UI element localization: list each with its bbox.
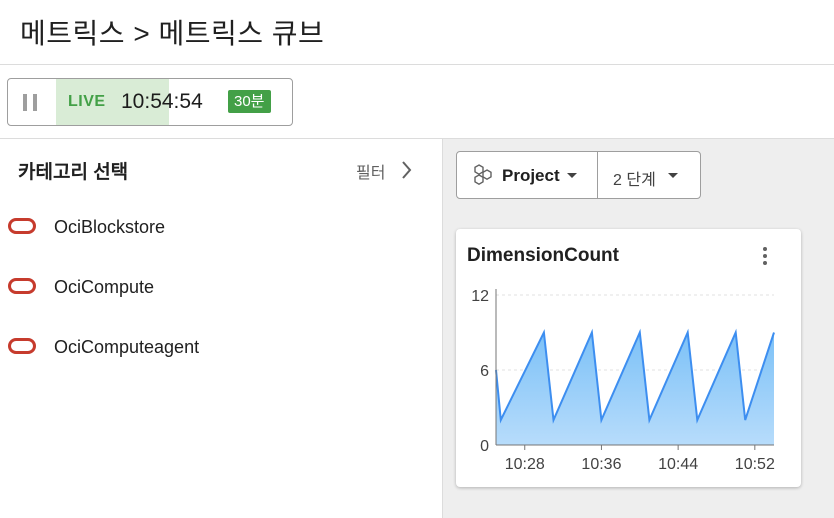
chart-toolbar: Project 2 단계 — [456, 151, 701, 199]
x-tick-label: 10:36 — [581, 456, 621, 473]
category-item-ocicompute[interactable]: OciCompute — [8, 273, 428, 303]
category-label: OciCompute — [54, 277, 155, 297]
breadcrumb-title: 메트릭스 > 메트릭스 큐브 — [20, 18, 325, 49]
time-range-badge[interactable]: 30분 — [228, 90, 271, 113]
y-tick-label: 6 — [480, 363, 489, 380]
x-tick-label: 10:52 — [735, 456, 775, 473]
y-tick-label: 12 — [471, 288, 489, 305]
oci-icon — [8, 338, 36, 354]
pause-icon — [23, 94, 27, 111]
category-panel-title: 카테고리 선택 — [18, 162, 129, 183]
chart-panel: Project 2 단계 DimensionCount 0 6 12 10:28 10:… — [443, 139, 834, 518]
filter-button[interactable]: 필터 — [356, 159, 412, 183]
caret-down-icon — [567, 173, 577, 178]
dimension-count-chart: 0 6 12 10:28 10:36 10:44 10:52 — [471, 288, 775, 473]
project-group-icon — [474, 164, 492, 186]
step-dropdown[interactable]: 2 단계 — [598, 152, 700, 198]
step-label: 2 단계 — [613, 172, 656, 189]
live-label: LIVE — [68, 93, 106, 110]
caret-down-icon — [668, 173, 678, 178]
category-item-ocicomputeagent[interactable]: OciComputeagent — [8, 333, 428, 363]
oci-icon — [8, 218, 36, 234]
y-tick-label: 0 — [480, 438, 489, 455]
filter-label: 필터 — [356, 165, 386, 182]
x-tick-label: 10:44 — [658, 456, 698, 473]
live-time: 10:54:54 — [121, 90, 203, 113]
oci-icon — [8, 278, 36, 294]
page-header: 메트릭스 > 메트릭스 큐브 — [0, 0, 834, 65]
x-tick-label: 10:28 — [505, 456, 545, 473]
live-control: LIVE 10:54:54 30분 — [7, 78, 293, 126]
chevron-right-icon — [402, 161, 412, 179]
project-dropdown[interactable]: Project — [457, 152, 598, 198]
category-label: OciComputeagent — [54, 337, 200, 357]
chart-card: DimensionCount 0 6 12 10:28 10:36 10:44 10:52 — [456, 229, 801, 487]
project-label: Project — [502, 166, 560, 185]
series-area — [496, 332, 774, 445]
category-panel: 카테고리 선택 필터 OciBlockstore OciCompute OciC… — [0, 139, 443, 518]
category-item-ociblockstore[interactable]: OciBlockstore — [8, 213, 428, 243]
pause-button[interactable] — [20, 91, 42, 113]
category-label: OciBlockstore — [54, 217, 166, 237]
